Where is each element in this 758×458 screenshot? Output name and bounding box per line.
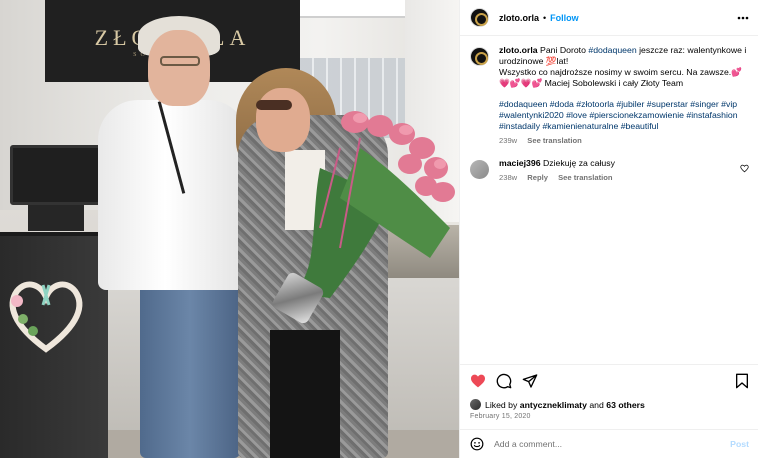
caption-text: zloto.orla Pani Doroto #dodaqueen jeszcz… (499, 45, 749, 146)
rose-bouquet (300, 111, 455, 298)
likes-others[interactable]: 63 others (606, 400, 645, 410)
caption: zloto.orla Pani Doroto #dodaqueen jeszcz… (470, 45, 749, 146)
commenter-avatar[interactable] (470, 160, 489, 179)
caption-hashtags[interactable]: #dodaqueen #doda #złotoorla #jubiler #su… (499, 99, 749, 132)
caption-hashtag[interactable]: #dodaqueen (588, 45, 636, 55)
commenter-username[interactable]: maciej396 (499, 158, 541, 168)
woman-trousers (270, 330, 340, 458)
comment-icon[interactable] (496, 373, 512, 389)
comment-text: maciej396 Dziekuję za całusy 238w Reply … (499, 158, 729, 183)
add-comment-input[interactable] (494, 439, 714, 449)
likes-summary: Liked by antyczneklimaty and 63 others (470, 399, 645, 410)
caption-age[interactable]: 239w (499, 136, 517, 145)
author-username[interactable]: zloto.orla (499, 13, 539, 23)
liker-username[interactable]: antyczneklimaty (520, 400, 587, 410)
post-panel: zloto.orla • Follow zloto.orla Pani Doro… (459, 0, 758, 458)
header-separator: • (543, 12, 547, 23)
add-comment-bar: Post (460, 429, 758, 458)
likes-and: and (589, 399, 604, 410)
register-monitor-stand (28, 205, 84, 231)
photo-shelf (300, 0, 415, 18)
woman-sunglasses (256, 100, 292, 110)
more-horizontal-icon[interactable] (737, 12, 749, 24)
post-actions: Liked by antyczneklimaty and 63 others F… (460, 364, 758, 428)
man-jeans (140, 282, 240, 458)
send-icon[interactable] (522, 373, 538, 389)
caption-see-translation[interactable]: See translation (527, 136, 581, 145)
post-comment-button[interactable]: Post (730, 439, 749, 449)
caption-line-2: Wszystko co najdroższe nosimy w swoim se… (499, 67, 743, 88)
heart-filled-icon[interactable] (470, 373, 486, 389)
comment-reply[interactable]: Reply (527, 173, 548, 182)
comment-body: Dziekuję za całusy (542, 158, 615, 168)
emoji-icon[interactable] (470, 437, 484, 451)
man-shirt (98, 100, 248, 290)
follow-button[interactable]: Follow (550, 13, 579, 23)
heart-outline-icon[interactable] (740, 164, 749, 173)
comment: maciej396 Dziekuję za całusy 238w Reply … (470, 158, 749, 183)
post-header: zloto.orla • Follow (460, 0, 758, 36)
likes-prefix: Liked by (485, 399, 518, 410)
bookmark-icon[interactable] (735, 373, 749, 389)
action-icons (470, 373, 548, 389)
man-glasses (160, 56, 200, 66)
post-photo[interactable]: ZŁOTORLA SOBOLEWSKI (0, 0, 459, 458)
caption-username[interactable]: zloto.orla (499, 45, 538, 55)
author-avatar[interactable] (470, 8, 489, 27)
comment-age[interactable]: 238w (499, 173, 517, 182)
post-date[interactable]: February 15, 2020 (470, 413, 531, 420)
comment-meta: 238w Reply See translation (499, 172, 729, 183)
caption-avatar[interactable] (470, 47, 489, 66)
caption-meta: 239w See translation (499, 135, 749, 146)
heart-wreath (9, 281, 83, 353)
man-face (148, 30, 210, 106)
liker-avatar[interactable] (470, 399, 481, 410)
register-monitor (10, 145, 102, 205)
post-comments-area[interactable]: zloto.orla Pani Doroto #dodaqueen jeszcz… (460, 37, 758, 363)
caption-text-1: Pani Doroto (540, 45, 586, 55)
comment-see-translation[interactable]: See translation (558, 173, 612, 182)
